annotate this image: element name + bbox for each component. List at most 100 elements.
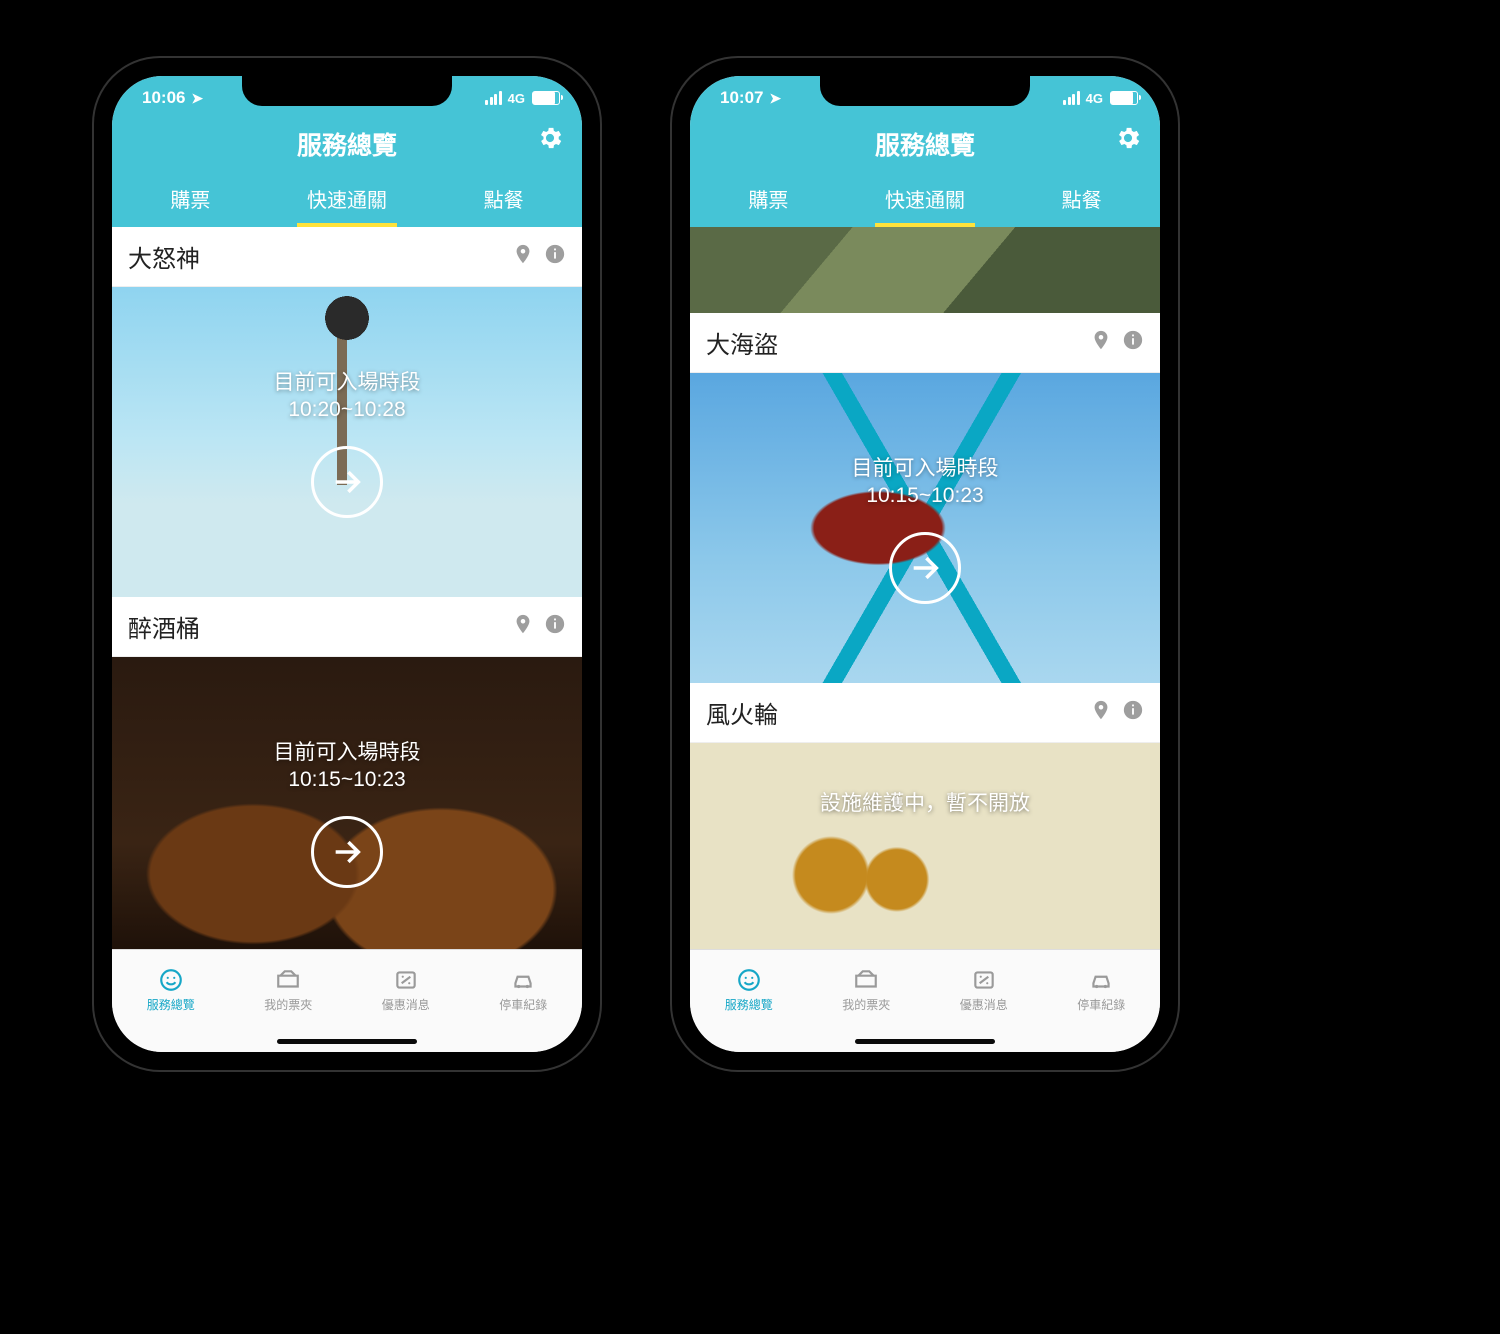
map-pin-button[interactable] (1090, 699, 1112, 726)
map-pin-button[interactable] (512, 613, 534, 640)
info-button[interactable] (544, 243, 566, 270)
home-indicator (112, 1030, 582, 1052)
map-pin-button[interactable] (512, 243, 534, 270)
status-right: 4G (1063, 91, 1138, 106)
list-item: 風火輪 設施維護中，暫不開放 (690, 683, 1160, 949)
tab-fast-pass[interactable]: 快速通關 (269, 174, 426, 227)
arrow-right-icon (330, 465, 364, 499)
attraction-card[interactable]: 目前可入場時段 10:20~10:28 (112, 287, 582, 597)
status-time: 10:06 ➤ (142, 88, 203, 108)
attraction-card-partial[interactable] (690, 227, 1160, 313)
info-icon (1122, 699, 1144, 721)
list-item: 大怒神 目前可入場時段 10:20~10:28 (112, 227, 582, 597)
tabbar-label: 服務總覽 (725, 996, 773, 1013)
entry-window-label: 目前可入場時段 (274, 366, 421, 396)
screen: 10:07 ➤ 4G 服務總覽 購票 快速通關 點餐 (690, 76, 1160, 1052)
tabbar-label: 我的票夾 (842, 996, 890, 1013)
tabbar-services[interactable]: 服務總覽 (112, 950, 230, 1030)
smile-icon (158, 967, 184, 993)
battery-icon (532, 91, 560, 105)
bottom-tabbar: 服務總覽 我的票夾 優惠消息 停車紀錄 (690, 949, 1160, 1030)
gear-icon (1114, 124, 1142, 152)
tabbar-label: 停車紀錄 (499, 996, 547, 1013)
attraction-card[interactable]: 設施維護中，暫不開放 (690, 743, 1160, 949)
arrow-right-icon (908, 551, 942, 585)
discount-icon (971, 967, 997, 993)
arrow-right-icon (330, 835, 364, 869)
car-icon (1088, 967, 1114, 993)
tabbar-parking[interactable]: 停車紀錄 (465, 950, 583, 1030)
info-button[interactable] (1122, 329, 1144, 356)
tabbar-label: 停車紀錄 (1077, 996, 1125, 1013)
map-pin-icon (1090, 699, 1112, 721)
attraction-title: 大海盜 (706, 325, 778, 360)
settings-button[interactable] (536, 124, 564, 157)
gear-icon (536, 124, 564, 152)
tab-food-order[interactable]: 點餐 (425, 174, 582, 227)
tab-food-order[interactable]: 點餐 (1003, 174, 1160, 227)
tab-buy-tickets[interactable]: 購票 (112, 174, 269, 227)
tab-fast-pass[interactable]: 快速通關 (847, 174, 1004, 227)
home-indicator (690, 1030, 1160, 1052)
device-notch (242, 76, 452, 106)
tab-buy-tickets[interactable]: 購票 (690, 174, 847, 227)
tabbar-tickets[interactable]: 我的票夾 (230, 950, 348, 1030)
item-header: 大怒神 (112, 227, 582, 287)
tabbar-promos[interactable]: 優惠消息 (347, 950, 465, 1030)
tabbar-label: 我的票夾 (264, 996, 312, 1013)
enter-button[interactable] (889, 532, 961, 604)
page-title: 服務總覽 (690, 126, 1160, 162)
bottom-tabbar: 服務總覽 我的票夾 優惠消息 停車紀錄 (112, 949, 582, 1030)
settings-button[interactable] (1114, 124, 1142, 157)
info-icon (1122, 329, 1144, 351)
tabbar-label: 優惠消息 (382, 996, 430, 1013)
phone-mockup-right: 10:07 ➤ 4G 服務總覽 購票 快速通關 點餐 (672, 58, 1178, 1070)
attraction-title: 大怒神 (128, 239, 200, 274)
item-header: 大海盜 (690, 313, 1160, 373)
map-pin-button[interactable] (1090, 329, 1112, 356)
attraction-list[interactable]: 大海盜 目前可入場時段 10:15~10:23 (690, 227, 1160, 949)
attraction-card[interactable]: 目前可入場時段 10:15~10:23 (112, 657, 582, 949)
list-item: 醉酒桶 目前可入場時段 10:15~10:23 (112, 597, 582, 949)
tabbar-services[interactable]: 服務總覽 (690, 950, 808, 1030)
smile-icon (736, 967, 762, 993)
tabbar-label: 服務總覽 (147, 996, 195, 1013)
status-right: 4G (485, 91, 560, 106)
info-button[interactable] (1122, 699, 1144, 726)
signal-icon (1063, 91, 1080, 105)
screen: 10:06 ➤ 4G 服務總覽 購票 快速通關 點餐 (112, 76, 582, 1052)
app-header: 服務總覽 (690, 120, 1160, 174)
network-label: 4G (508, 91, 525, 106)
attraction-card[interactable]: 目前可入場時段 10:15~10:23 (690, 373, 1160, 683)
tabbar-promos[interactable]: 優惠消息 (925, 950, 1043, 1030)
info-button[interactable] (544, 613, 566, 640)
page-title: 服務總覽 (112, 126, 582, 162)
device-notch (820, 76, 1030, 106)
info-icon (544, 613, 566, 635)
location-icon: ➤ (187, 90, 203, 106)
enter-button[interactable] (311, 446, 383, 518)
phone-mockup-left: 10:06 ➤ 4G 服務總覽 購票 快速通關 點餐 (94, 58, 600, 1070)
signal-icon (485, 91, 502, 105)
enter-button[interactable] (311, 816, 383, 888)
item-header: 醉酒桶 (112, 597, 582, 657)
map-pin-icon (512, 613, 534, 635)
item-header: 風火輪 (690, 683, 1160, 743)
attraction-title: 風火輪 (706, 695, 778, 730)
location-icon: ➤ (765, 90, 781, 106)
entry-window-label: 目前可入場時段 (274, 736, 421, 766)
status-time: 10:07 ➤ (720, 88, 781, 108)
network-label: 4G (1086, 91, 1103, 106)
tabbar-tickets[interactable]: 我的票夾 (808, 950, 926, 1030)
wallet-icon (853, 967, 879, 993)
map-pin-icon (512, 243, 534, 265)
top-tabs: 購票 快速通關 點餐 (112, 174, 582, 227)
entry-window-time: 10:15~10:23 (288, 768, 405, 792)
top-tabs: 購票 快速通關 點餐 (690, 174, 1160, 227)
tabbar-parking[interactable]: 停車紀錄 (1043, 950, 1161, 1030)
maintenance-label: 設施維護中，暫不開放 (820, 787, 1030, 817)
attraction-title: 醉酒桶 (128, 609, 200, 644)
discount-icon (393, 967, 419, 993)
entry-window-time: 10:15~10:23 (866, 484, 983, 508)
attraction-list[interactable]: 大怒神 目前可入場時段 10:20~10:28 (112, 227, 582, 949)
